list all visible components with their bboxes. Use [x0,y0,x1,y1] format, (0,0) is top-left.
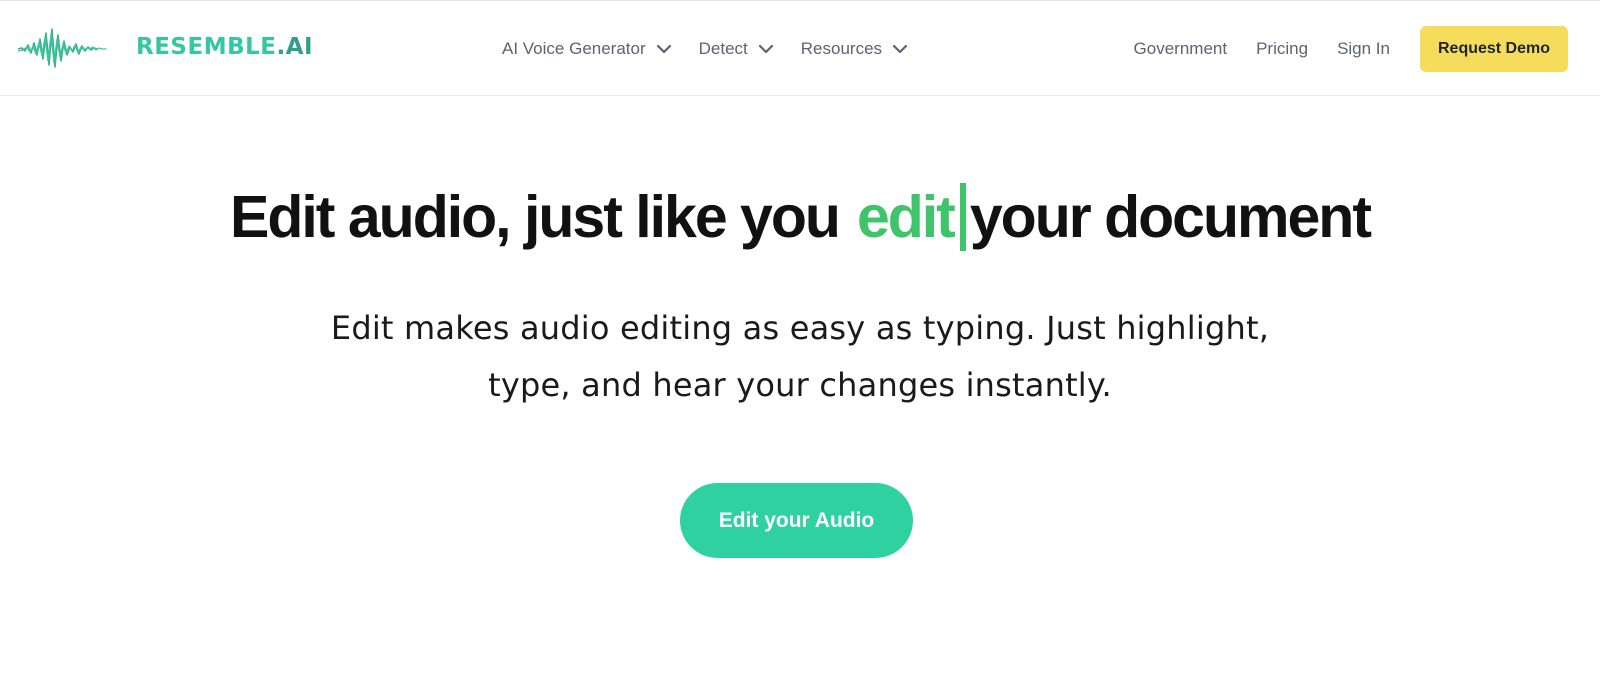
waveform-icon [18,25,122,71]
nav-item-label: AI Voice Generator [502,39,646,58]
nav-item-label: Resources [800,39,883,58]
brand-suffix: .AI [276,34,314,60]
nav-item-label: Detect [698,39,748,58]
page: RESEMBLE.AI AI Voice Generator Detect Re… [0,0,1600,681]
nav-detect[interactable]: Detect [699,39,774,59]
chevron-down-icon [892,44,908,54]
nav-resources[interactable]: Resources [801,39,908,59]
request-demo-button[interactable]: Request Demo [1420,26,1568,72]
sign-in-link[interactable]: Sign In [1337,39,1390,59]
subtext-line-2: type, and hear your changes instantly. [488,366,1112,404]
subtext-line-1: Edit makes audio editing as easy as typi… [330,309,1270,347]
text-cursor [959,183,966,251]
nav-pricing[interactable]: Pricing [1256,39,1308,59]
headline-accent-word: edit [856,184,956,250]
hero-headline: Edit audio, just like you edit your docume… [0,183,1600,251]
chevron-down-icon [758,44,774,54]
headline-start: Edit audio, just like you [230,184,841,250]
headline-end: your document [969,184,1372,250]
nav-government[interactable]: Government [1134,39,1228,59]
site-header: RESEMBLE.AI AI Voice Generator Detect Re… [0,1,1600,96]
main-nav: AI Voice Generator Detect Resources [502,36,935,62]
brand-logo[interactable]: RESEMBLE.AI [18,25,313,71]
brand-wordmark: RESEMBLE.AI [136,34,313,60]
hero-subtext: Edit makes audio editing as easy as typi… [250,300,1350,414]
chevron-down-icon [656,44,672,54]
header-actions: Government Pricing Sign In Request Demo [1134,26,1568,72]
edit-your-audio-button[interactable]: Edit your Audio [680,483,913,558]
brand-name: RESEMBLE [136,34,277,60]
nav-ai-voice-generator[interactable]: AI Voice Generator [502,39,672,59]
